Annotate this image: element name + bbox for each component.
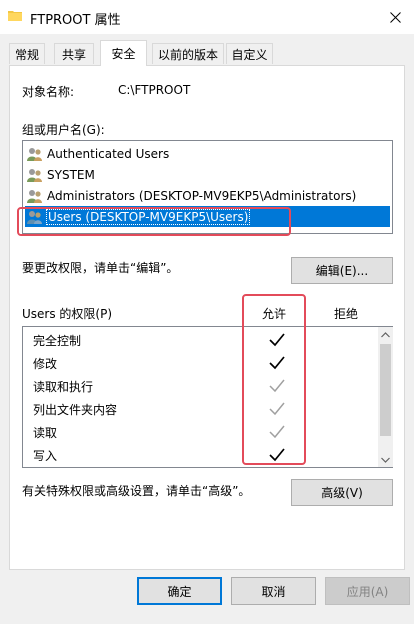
group-list-label: 组或用户名(G): bbox=[22, 123, 105, 137]
edit-button[interactable]: 编辑(E)... bbox=[291, 257, 393, 284]
tab-label: 常规 bbox=[14, 47, 39, 62]
button-label: 取消 bbox=[261, 584, 286, 599]
group-list[interactable]: Authenticated Users SYSTEM Administrator… bbox=[22, 140, 393, 234]
scroll-thumb[interactable] bbox=[380, 344, 391, 436]
check-icon bbox=[269, 448, 285, 462]
scroll-up-button[interactable] bbox=[378, 327, 393, 342]
apply-button[interactable]: 应用(A) bbox=[325, 577, 410, 605]
permissions-label: Users 的权限(P) bbox=[22, 307, 113, 321]
group-name: Authenticated Users bbox=[47, 146, 170, 161]
user-group-icon bbox=[27, 168, 42, 182]
tab-label: 以前的版本 bbox=[157, 47, 218, 62]
permission-row: 完全控制 bbox=[33, 329, 81, 351]
permission-name: 读取和执行 bbox=[33, 379, 94, 394]
permission-row: 列出文件夹内容 bbox=[33, 398, 117, 420]
user-group-icon bbox=[27, 210, 42, 224]
check-icon bbox=[269, 333, 285, 347]
permission-name: 列出文件夹内容 bbox=[33, 402, 118, 417]
permission-row: 读取和执行 bbox=[33, 375, 93, 397]
list-item-selected[interactable]: Users (DESKTOP-MV9EKP5\Users) bbox=[25, 206, 390, 227]
check-icon bbox=[269, 425, 285, 439]
button-label: 高级(V) bbox=[321, 486, 363, 500]
button-label: 确定 bbox=[167, 584, 192, 599]
scroll-down-button[interactable] bbox=[378, 452, 393, 467]
permission-name: 读取 bbox=[33, 425, 58, 440]
chevron-up-icon bbox=[381, 331, 390, 337]
list-item[interactable]: Administrators (DESKTOP-MV9EKP5\Administ… bbox=[25, 185, 390, 206]
title-bar: FTPROOT 属性 bbox=[0, 0, 414, 34]
tab-label: 自定义 bbox=[231, 47, 268, 62]
list-item[interactable]: SYSTEM bbox=[25, 164, 390, 185]
permission-name: 写入 bbox=[33, 448, 58, 463]
check-icon bbox=[269, 379, 285, 393]
chevron-down-icon bbox=[381, 457, 390, 463]
tab-sharing[interactable]: 共享 bbox=[54, 43, 94, 64]
cancel-button[interactable]: 取消 bbox=[231, 577, 316, 605]
scrollbar[interactable] bbox=[378, 327, 393, 467]
group-name: Users (DESKTOP-MV9EKP5\Users) bbox=[46, 208, 251, 225]
close-button[interactable] bbox=[378, 2, 412, 32]
advanced-hint: 有关特殊权限或高级设置，请单击“高级”。 bbox=[22, 484, 251, 498]
tab-previous-versions[interactable]: 以前的版本 bbox=[152, 43, 224, 64]
allow-header: 允许 bbox=[262, 307, 287, 321]
group-name: SYSTEM bbox=[47, 167, 95, 182]
permission-name: 修改 bbox=[33, 356, 58, 371]
deny-header: 拒绝 bbox=[334, 307, 359, 321]
tab-customize[interactable]: 自定义 bbox=[226, 43, 273, 64]
permission-row: 读取 bbox=[33, 421, 57, 443]
tab-label: 共享 bbox=[61, 47, 86, 62]
permission-row: 写入 bbox=[33, 444, 57, 466]
window-title: FTPROOT 属性 bbox=[30, 13, 121, 28]
permission-row: 修改 bbox=[33, 352, 57, 374]
folder-icon bbox=[8, 11, 22, 21]
object-name-label: 对象名称: bbox=[22, 85, 75, 99]
ok-button[interactable]: 确定 bbox=[137, 577, 222, 605]
tab-security[interactable]: 安全 bbox=[100, 40, 147, 66]
group-name: Administrators (DESKTOP-MV9EKP5\Administ… bbox=[47, 188, 357, 203]
tab-label: 安全 bbox=[111, 47, 136, 61]
object-name-value: C:\FTPROOT bbox=[118, 83, 191, 97]
check-icon bbox=[269, 356, 285, 370]
list-item[interactable]: Authenticated Users bbox=[25, 143, 390, 164]
tab-general[interactable]: 常规 bbox=[9, 43, 45, 64]
button-label: 编辑(E)... bbox=[315, 264, 369, 278]
check-icon bbox=[269, 402, 285, 416]
permission-name: 完全控制 bbox=[33, 333, 82, 348]
close-icon bbox=[389, 11, 401, 23]
edit-hint: 要更改权限，请单击“编辑”。 bbox=[22, 261, 179, 275]
advanced-button[interactable]: 高级(V) bbox=[291, 479, 393, 506]
user-group-icon bbox=[27, 189, 42, 203]
user-group-icon bbox=[27, 147, 42, 161]
button-label: 应用(A) bbox=[346, 584, 389, 599]
permission-list[interactable]: 完全控制 修改 读取和执行 列出文件夹内容 读取 写入 bbox=[22, 326, 393, 468]
